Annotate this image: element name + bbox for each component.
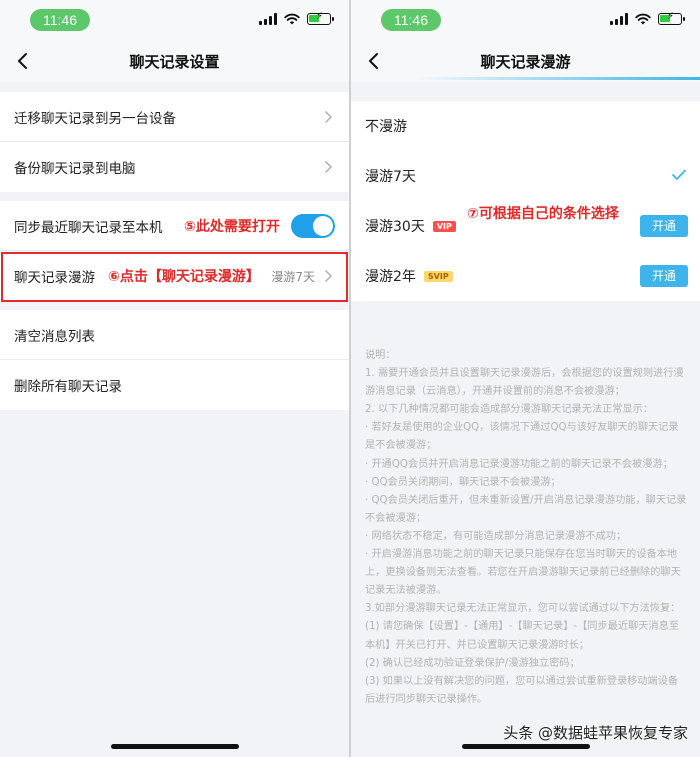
title-underline bbox=[413, 77, 700, 80]
desc-line: · 若好友是使用的企业QQ，该情况下通过QQ与该好友聊天的聊天记录是不会被漫游； bbox=[365, 422, 679, 452]
option-roaming-7-days[interactable]: 漫游7天 bbox=[351, 151, 700, 201]
desc-line: · 网络状态不稳定，有可能造成部分消息记录漫游不成功； bbox=[365, 530, 627, 542]
row-label: 备份聊天记录到电脑 bbox=[14, 161, 136, 177]
svip-badge: SVIP bbox=[423, 270, 453, 282]
desc-line: (2) 确认已经成功验证登录保护/漫游独立密码； bbox=[365, 657, 580, 669]
cellular-signal-icon bbox=[610, 13, 628, 25]
home-indicator[interactable] bbox=[461, 744, 590, 749]
clear-message-list-row[interactable]: 清空消息列表 bbox=[0, 310, 349, 360]
desc-line: · QQ会员关闭期间，聊天记录不会被漫游； bbox=[365, 476, 561, 488]
sync-toggle[interactable] bbox=[291, 214, 335, 238]
desc-line: (1) 请您确保【设置】-【通用】-【聊天记录】-【同步最近聊天消息至本机】开关… bbox=[365, 621, 679, 651]
row-label: 删除所有聊天记录 bbox=[14, 379, 122, 395]
nav-bar: 聊天记录漫游 bbox=[351, 40, 700, 82]
settings-group-clear: 清空消息列表 删除所有聊天记录 bbox=[0, 310, 349, 410]
sync-recent-row: 同步最近聊天记录至本机 ⑤此处需要打开 bbox=[0, 201, 349, 251]
wifi-icon bbox=[635, 13, 651, 25]
open-vip-button[interactable]: 开通 bbox=[640, 215, 688, 237]
status-bar: 11:46 ⚡ bbox=[351, 0, 700, 40]
desc-line: 说明： bbox=[365, 350, 396, 361]
chevron-right-icon bbox=[324, 160, 333, 174]
desc-line: · 开通QQ会员并开启消息记录漫游功能之前的聊天记录不会被漫游； bbox=[365, 458, 673, 470]
roaming-description: 说明： 1. 需要开通会员并且设置聊天记录漫游后，会根据您的设置规则进行漫游消息… bbox=[365, 347, 688, 709]
row-label: 迁移聊天记录到另一台设备 bbox=[14, 110, 176, 127]
row-label: 清空消息列表 bbox=[14, 328, 95, 345]
option-no-roaming[interactable]: 不漫游 bbox=[351, 101, 700, 151]
annotation-step-7: ⑦可根据自己的条件选择 bbox=[467, 206, 619, 222]
cellular-signal-icon bbox=[259, 13, 277, 25]
open-svip-button[interactable]: 开通 bbox=[640, 265, 688, 287]
desc-line: · 开启漫游消息功能之前的聊天记录只能保存在您当时聊天的设备本地上，更换设备则无… bbox=[365, 549, 681, 597]
delete-all-history-row[interactable]: 删除所有聊天记录 bbox=[0, 360, 349, 410]
home-indicator[interactable] bbox=[110, 744, 239, 749]
highlight-box bbox=[1, 252, 348, 302]
battery-charging-icon: ⚡ bbox=[658, 11, 685, 25]
backup-to-pc-row[interactable]: 备份聊天记录到电脑 bbox=[0, 142, 349, 192]
page-title: 聊天记录漫游 bbox=[480, 53, 571, 71]
status-bar: 11:46 ⚡ bbox=[0, 0, 349, 40]
wifi-icon bbox=[284, 13, 300, 25]
desc-line: 3.如部分漫游聊天记录无法正常显示，您可以尝试通过以下方法恢复： bbox=[365, 603, 681, 615]
chevron-right-icon bbox=[324, 110, 333, 124]
row-label: 同步最近聊天记录至本机 bbox=[14, 219, 163, 236]
annotation-step-5: ⑤此处需要打开 bbox=[184, 219, 280, 235]
roaming-options: 不漫游 漫游7天 漫游30天 VIP ⑦可根据自己的条件选择 开通 漫游2年 S… bbox=[351, 101, 700, 301]
nav-bar: 聊天记录设置 bbox=[0, 40, 349, 82]
status-time: 11:46 bbox=[30, 9, 90, 31]
desc-line: · QQ会员关闭后重开，但未重新设置/开启消息记录漫游功能，聊天记录不会被漫游； bbox=[365, 494, 687, 524]
vip-badge: VIP bbox=[432, 220, 456, 232]
option-roaming-30-days[interactable]: 漫游30天 VIP ⑦可根据自己的条件选择 开通 bbox=[351, 201, 700, 251]
status-time: 11:46 bbox=[381, 9, 441, 31]
right-screen: 11:46 ⚡ 聊天记录漫游 不漫游 漫游7天 漫游30天 VIP ⑦可根据自己… bbox=[351, 0, 700, 757]
desc-line: (3) 如果以上没有解决您的问题，您可以通过尝试重新登录移动端设备后进行同步聊天… bbox=[365, 675, 679, 705]
option-label: 不漫游 bbox=[365, 119, 407, 135]
checkmark-icon bbox=[672, 169, 686, 180]
option-label: 漫游2年 bbox=[365, 269, 416, 285]
option-label: 漫游7天 bbox=[365, 169, 416, 185]
option-label: 漫游30天 bbox=[365, 219, 425, 235]
settings-group-transfer: 迁移聊天记录到另一台设备 备份聊天记录到电脑 bbox=[0, 92, 349, 192]
option-roaming-2-years[interactable]: 漫游2年 SVIP 开通 bbox=[351, 251, 700, 301]
battery-charging-icon: ⚡ bbox=[307, 11, 334, 25]
desc-line: 1. 需要开通会员并且设置聊天记录漫游后，会根据您的设置规则进行漫游消息记录（云… bbox=[365, 368, 684, 398]
page-title: 聊天记录设置 bbox=[129, 53, 220, 71]
watermark-text: 头条 @数据蛙苹果恢复专家 bbox=[503, 724, 688, 742]
desc-line: 2. 以下几种情况都可能会造成部分漫游聊天记录无法正常显示： bbox=[365, 404, 654, 416]
left-screen: 11:46 ⚡ 聊天记录设置 迁移聊天记录到另一台设备 备份聊天记录到电脑 同步… bbox=[0, 0, 349, 757]
migrate-history-row[interactable]: 迁移聊天记录到另一台设备 bbox=[0, 92, 349, 142]
